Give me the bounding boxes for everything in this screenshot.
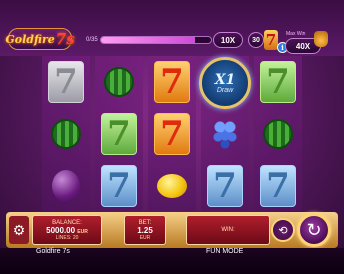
blue-seven-symbol: 7 xyxy=(260,165,296,207)
bonus-medallion: X1 Draw xyxy=(199,57,251,109)
lemon-symbol xyxy=(157,174,187,198)
silver-seven-symbol: 7 xyxy=(48,61,84,103)
reel-cell: 7 xyxy=(254,161,302,211)
top-bar: Goldfire 7s 0/35 10X 30 7 i Max Win 40X xyxy=(0,0,344,56)
red-seven-symbol: 7 xyxy=(154,113,190,155)
balance-panel: BALANCE: 5000.00 EUR LINES: 20 xyxy=(32,215,102,245)
autoplay-button[interactable]: ⟲ xyxy=(271,218,295,242)
green-seven-symbol: 7 xyxy=(101,113,137,155)
logo-text: Goldfire xyxy=(5,32,55,46)
reel-cell xyxy=(201,109,249,159)
reel-cell: 7 xyxy=(95,109,143,159)
settings-gear-icon[interactable]: ⚙ xyxy=(9,216,29,244)
reel-cell: 7 xyxy=(148,109,196,159)
reel-area: 7 7 7 7 7 7 7 7 X1 Draw xyxy=(42,56,302,211)
blue-seven-symbol: 7 xyxy=(207,165,243,207)
reel-cell xyxy=(42,161,90,211)
bet-currency: EUR xyxy=(139,234,151,241)
reel-cell: 7 xyxy=(148,57,196,107)
footer-bar: Goldfire 7s FUN MODE xyxy=(0,248,344,274)
reel-cell xyxy=(95,57,143,107)
bonus-label: Draw xyxy=(216,86,234,94)
fun-mode-label: FUN MODE xyxy=(206,248,244,255)
game-title: Goldfire 7s xyxy=(36,248,70,255)
watermelon-symbol xyxy=(263,119,293,149)
reel-5: 77 xyxy=(254,56,302,211)
progress-fill xyxy=(101,37,195,43)
reel-cell: 7 xyxy=(201,161,249,211)
reel-cell xyxy=(42,109,90,159)
bonus-value: X1 xyxy=(214,71,236,88)
reel-2: 77 xyxy=(95,56,143,211)
reel-3: 77 xyxy=(148,56,196,211)
spin-button[interactable]: ↻ xyxy=(297,213,331,247)
reel-cell: 7 xyxy=(42,57,90,107)
feature-progress-bar xyxy=(100,36,212,44)
max-win-label: Max Win xyxy=(286,31,306,37)
money-bag-icon xyxy=(314,31,328,47)
reel-cell: 7 xyxy=(95,161,143,211)
control-bar: ⚙ BALANCE: 5000.00 EUR LINES: 20 BET: 1.… xyxy=(6,212,338,248)
progress-label: 0/35 xyxy=(86,37,98,43)
red-seven-symbol: 7 xyxy=(154,61,190,103)
reel-1: 7 xyxy=(42,56,90,211)
green-seven-symbol: 7 xyxy=(260,61,296,103)
balance-value: 5000.00 EUR xyxy=(46,225,88,235)
reel-cell xyxy=(254,109,302,159)
watermelon-symbol xyxy=(51,119,81,149)
multiplier-badge: 10X xyxy=(213,32,243,48)
reel-cell: 7 xyxy=(254,57,302,107)
win-count-badge: 30 xyxy=(248,32,264,48)
blue-seven-symbol: 7 xyxy=(101,165,137,207)
bet-value: 1.25 xyxy=(137,225,153,235)
game-logo: Goldfire 7s xyxy=(5,28,75,50)
plum-symbol xyxy=(52,170,80,202)
win-panel: WIN: xyxy=(186,215,270,245)
lines-label: LINES: 20 xyxy=(55,234,79,241)
win-label: WIN: xyxy=(221,227,235,233)
bet-panel[interactable]: BET: 1.25 EUR xyxy=(124,215,166,245)
seven-chip-icon: 7 xyxy=(264,30,278,50)
watermelon-symbol xyxy=(104,67,134,97)
grapes-symbol xyxy=(212,119,238,149)
logo-seven: 7s xyxy=(55,30,75,48)
reel-cell xyxy=(148,161,196,211)
